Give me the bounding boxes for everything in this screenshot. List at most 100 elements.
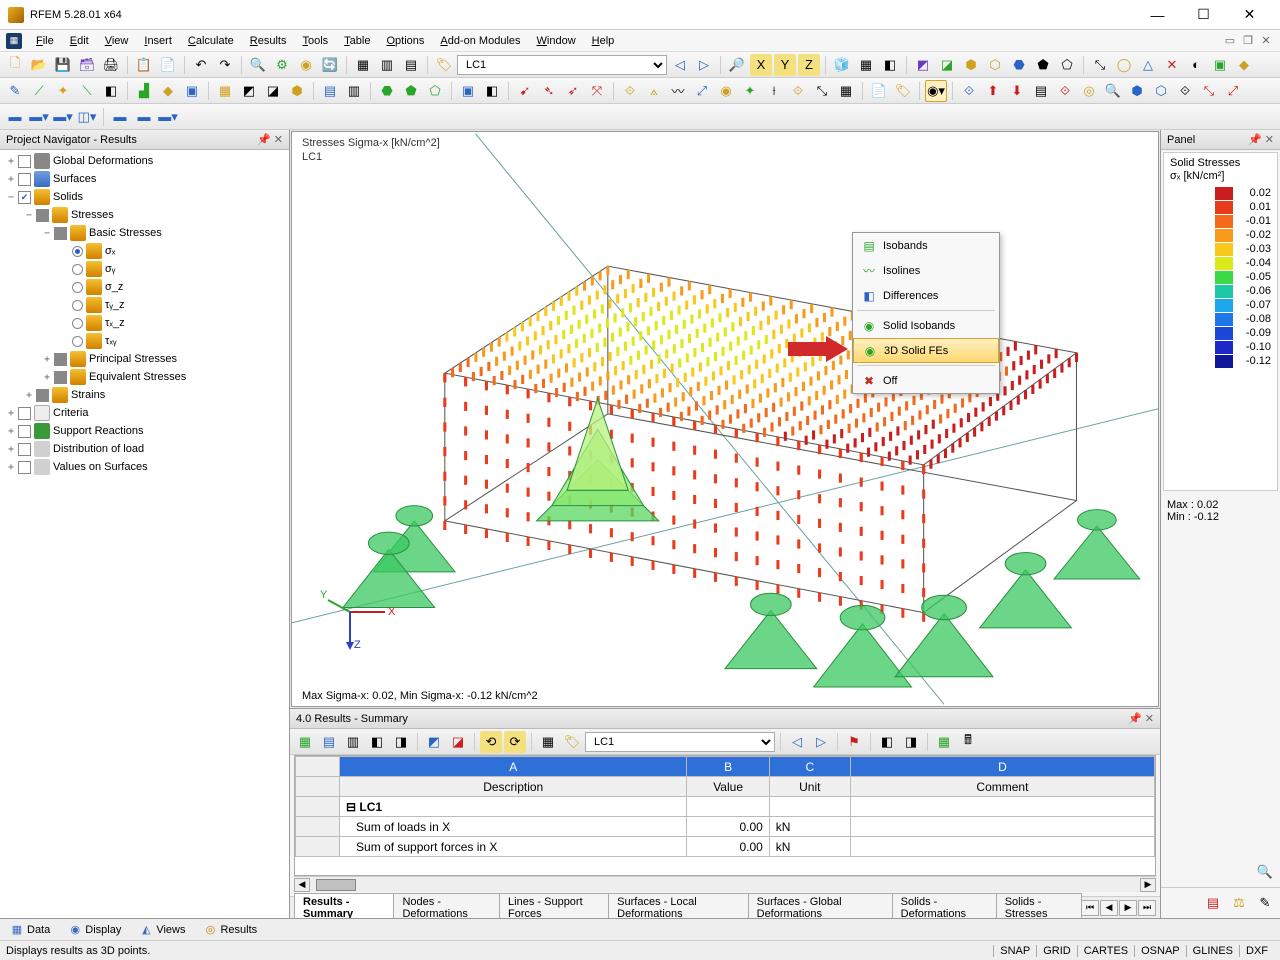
t9-button[interactable]: ⬟ [1032, 54, 1054, 76]
s43[interactable]: 🔍 [1102, 80, 1124, 102]
save-all-button[interactable]: 🗃 [76, 54, 98, 76]
s22[interactable]: ➶ [562, 80, 584, 102]
rt6[interactable]: ◩ [423, 731, 445, 753]
s2[interactable]: ⟋ [28, 80, 50, 102]
s30[interactable]: ⟊ [763, 80, 785, 102]
s18[interactable]: ▣ [457, 80, 479, 102]
paste-button[interactable]: 📄 [157, 54, 179, 76]
v6[interactable]: ▬ [133, 106, 155, 128]
s13[interactable]: ▤ [319, 80, 341, 102]
zoom-button[interactable]: 🔎 [726, 54, 748, 76]
s19[interactable]: ◧ [481, 80, 503, 102]
s37[interactable]: ⟐ [958, 80, 980, 102]
s32[interactable]: ⤡ [811, 80, 833, 102]
tree-item[interactable]: τₓᵧ [0, 332, 289, 350]
menu-item-off[interactable]: ✖Off [853, 368, 999, 393]
t15-button[interactable]: ◐ [1185, 54, 1207, 76]
tree-item[interactable]: +Distribution of load [0, 440, 289, 458]
s14[interactable]: ▥ [343, 80, 365, 102]
results-tabs[interactable]: Results - SummaryNodes - DeformationsLin… [290, 896, 1160, 918]
s28[interactable]: ◉ [715, 80, 737, 102]
status-cell[interactable]: SNAP [993, 945, 1036, 957]
v4[interactable]: ◫▾ [76, 106, 98, 128]
s48[interactable]: ⤢ [1222, 80, 1244, 102]
menu-window[interactable]: Window [529, 33, 584, 49]
rt1[interactable]: ▦ [294, 731, 316, 753]
grid-scrollbar[interactable]: ◀▶ [294, 876, 1156, 892]
menu-results[interactable]: Results [242, 33, 295, 49]
s12[interactable]: ⬢ [286, 80, 308, 102]
s17[interactable]: ⬠ [424, 80, 446, 102]
menu-options[interactable]: Options [378, 33, 432, 49]
rt12[interactable]: ⚑ [843, 731, 865, 753]
t5-button[interactable]: ◪ [936, 54, 958, 76]
lc-prev-button[interactable]: ◁ [669, 54, 691, 76]
minimize-button[interactable]: — [1135, 1, 1180, 29]
s20[interactable]: ➹ [514, 80, 536, 102]
t14-button[interactable]: ✕ [1161, 54, 1183, 76]
s15[interactable]: ⬣ [376, 80, 398, 102]
s3[interactable]: ✦ [52, 80, 74, 102]
view3-button[interactable]: ▤ [400, 54, 422, 76]
s38[interactable]: ⬆ [982, 80, 1004, 102]
tree-item[interactable]: σᵧ [0, 260, 289, 278]
bottom-tab-data[interactable]: ▦Data [6, 921, 54, 939]
rt8[interactable]: ⟲ [480, 731, 502, 753]
copy-button[interactable]: 📋 [133, 54, 155, 76]
undo-button[interactable]: ↶ [190, 54, 212, 76]
tree-item[interactable]: +Equivalent Stresses [0, 368, 289, 386]
s34[interactable]: 📄 [868, 80, 890, 102]
t3-button[interactable]: ◧ [879, 54, 901, 76]
panel-zoom-icon[interactable]: 🔍 [1254, 861, 1276, 883]
s10[interactable]: ◩ [238, 80, 260, 102]
rt-calc[interactable]: 🖩 [957, 731, 979, 753]
results-grid[interactable]: ABCDDescriptionValueUnitComment⊟ LC1 Sum… [294, 755, 1156, 876]
status-cell[interactable]: DXF [1239, 945, 1274, 957]
viewport-3d[interactable]: Stresses Sigma-x [kN/cm^2] LC1 [291, 131, 1159, 707]
navigator-tree[interactable]: +Global Deformations+Surfaces−Solids−Str… [0, 150, 289, 918]
pin-icon[interactable]: 📌 ✕ [257, 133, 283, 146]
menu-view[interactable]: View [97, 33, 137, 49]
s9[interactable]: ▦ [214, 80, 236, 102]
view2-button[interactable]: ▥ [376, 54, 398, 76]
results-button[interactable]: ◉ [295, 54, 317, 76]
menu-file[interactable]: File [28, 33, 62, 49]
t11-button[interactable]: ⤡ [1089, 54, 1111, 76]
s35[interactable]: 🏷 [892, 80, 914, 102]
maximize-button[interactable]: ☐ [1181, 1, 1226, 29]
t10-button[interactable]: ⬠ [1056, 54, 1078, 76]
status-cell[interactable]: GLINES [1186, 945, 1239, 957]
v5[interactable]: ▬ [109, 106, 131, 128]
v3[interactable]: ▬▾ [52, 106, 74, 128]
results-pin-icon[interactable]: 📌 ✕ [1128, 712, 1154, 725]
menu-item-3d-solid-fes[interactable]: ◉3D Solid FEs [853, 338, 999, 363]
s31[interactable]: ⟐ [787, 80, 809, 102]
tree-item[interactable]: +Principal Stresses [0, 350, 289, 368]
s21[interactable]: ➴ [538, 80, 560, 102]
x-view-button[interactable]: X [750, 54, 772, 76]
mdi-minimize-icon[interactable]: ▭ [1222, 33, 1238, 49]
tree-item[interactable]: +Criteria [0, 404, 289, 422]
tree-item[interactable]: +Values on Surfaces [0, 458, 289, 476]
t1-button[interactable]: 🧊 [831, 54, 853, 76]
s33[interactable]: ▦ [835, 80, 857, 102]
t13-button[interactable]: △ [1137, 54, 1159, 76]
menu-item-solid-isobands[interactable]: ◉Solid Isobands [853, 313, 999, 338]
t6-button[interactable]: ⬢ [960, 54, 982, 76]
panel-ico3[interactable]: ✎ [1254, 892, 1276, 914]
rt14[interactable]: ◨ [900, 731, 922, 753]
save-button[interactable]: 💾 [52, 54, 74, 76]
s6[interactable]: ▟ [133, 80, 155, 102]
rt9[interactable]: ⟳ [504, 731, 526, 753]
display-mode-menu[interactable]: ▤Isobands〰Isolines◧Differences◉Solid Iso… [852, 232, 1000, 394]
status-cell[interactable]: OSNAP [1134, 945, 1186, 957]
s41[interactable]: ⟐ [1054, 80, 1076, 102]
menu-edit[interactable]: Edit [62, 33, 97, 49]
tree-item[interactable]: −Basic Stresses [0, 224, 289, 242]
s23[interactable]: ⤧ [586, 80, 608, 102]
close-button[interactable]: ✕ [1227, 1, 1272, 29]
t4-button[interactable]: ◩ [912, 54, 934, 76]
s5[interactable]: ◧ [100, 80, 122, 102]
refresh-button[interactable]: 🔄 [319, 54, 341, 76]
tree-item[interactable]: +Surfaces [0, 170, 289, 188]
